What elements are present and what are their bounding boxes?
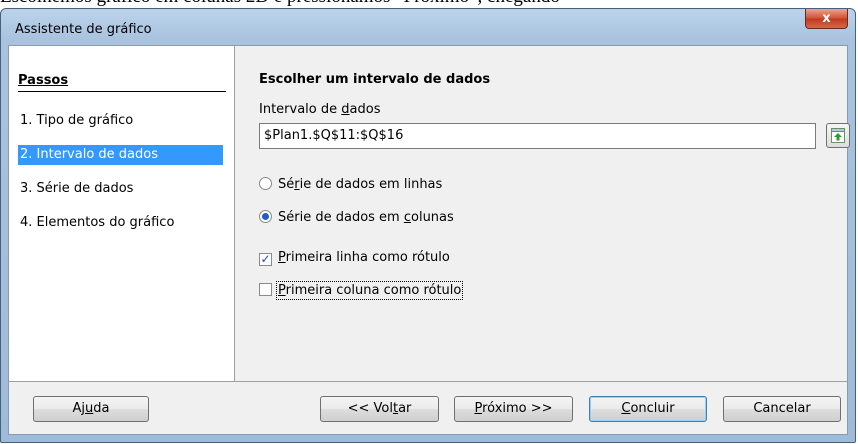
first-row-label-checkbox[interactable]: ✓ xyxy=(259,253,272,266)
close-icon: x xyxy=(822,11,831,26)
back-button[interactable]: << Voltar xyxy=(320,396,439,422)
step-chart-type[interactable]: 1. Tipo de gráfico xyxy=(18,111,223,131)
check-icon: ✓ xyxy=(260,252,271,266)
select-range-button[interactable] xyxy=(826,123,850,148)
data-range-page: Escolher um intervalo de dados Intervalo… xyxy=(235,46,850,394)
step-data-series[interactable]: 3. Série de dados xyxy=(18,179,223,199)
finish-button[interactable]: Concluir xyxy=(589,396,707,422)
data-range-input[interactable]: $Plan1.$Q$11:$Q$16 xyxy=(259,123,816,149)
next-button[interactable]: Próximo >> xyxy=(454,396,573,422)
select-range-icon xyxy=(831,128,845,143)
step-data-range[interactable]: 2. Intervalo de dados xyxy=(18,145,223,165)
background-document-text: Escolhemos gráfico em colunas 2D e press… xyxy=(0,0,858,8)
first-column-label-text: Primeira coluna como rótulo xyxy=(275,281,464,300)
close-button[interactable]: x xyxy=(805,9,848,29)
dialog-body: Passos 1. Tipo de gráfico 2. Intervalo d… xyxy=(8,45,850,435)
cancel-button[interactable]: Cancelar xyxy=(723,396,841,422)
series-in-rows-option[interactable]: Série de dados em linhas xyxy=(259,176,442,194)
title-bar: Assistente de gráfico x xyxy=(1,9,855,45)
steps-title: Passos xyxy=(18,73,226,92)
page-heading: Escolher um intervalo de dados xyxy=(259,72,491,87)
button-bar: Ajuda << Voltar Próximo >> Concluir Canc… xyxy=(9,381,847,434)
window-title: Assistente de gráfico xyxy=(15,22,152,37)
series-in-rows-radio[interactable] xyxy=(259,177,272,190)
steps-panel: Passos 1. Tipo de gráfico 2. Intervalo d… xyxy=(9,46,235,394)
series-in-columns-option[interactable]: Série de dados em colunas xyxy=(259,209,454,227)
first-column-label-option[interactable]: Primeira coluna como rótulo xyxy=(259,281,464,300)
first-row-label-option[interactable]: ✓ Primeira linha como rótulo xyxy=(259,249,450,267)
first-column-label-checkbox[interactable] xyxy=(259,283,272,296)
series-in-columns-radio[interactable] xyxy=(259,210,272,223)
help-button[interactable]: Ajuda xyxy=(33,396,149,422)
step-chart-elements[interactable]: 4. Elementos do gráfico xyxy=(18,213,223,233)
chart-wizard-dialog: Assistente de gráfico x Passos 1. Tipo d… xyxy=(0,8,856,443)
range-label: Intervalo de dados xyxy=(259,102,381,117)
